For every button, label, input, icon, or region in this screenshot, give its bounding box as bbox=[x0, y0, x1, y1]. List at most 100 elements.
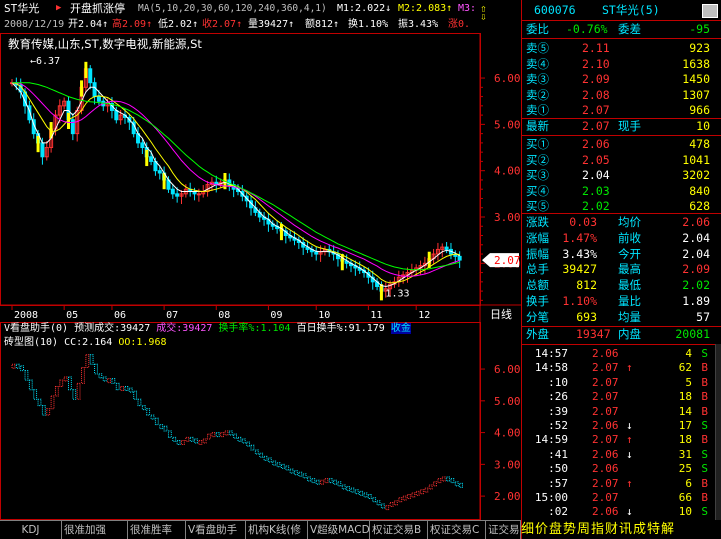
tick-volume: 4 bbox=[685, 347, 692, 360]
quote-change: 涨0. bbox=[448, 19, 471, 30]
quote-turnover: 换1.10% bbox=[348, 19, 389, 30]
panel-tab-bar[interactable]: 细价盘势周指财讯成特解 bbox=[521, 520, 721, 539]
quote-volume: 量39427↑ bbox=[248, 19, 295, 30]
indicator-tab[interactable]: 很准胜率 bbox=[128, 521, 186, 539]
stat-label: 振幅 bbox=[526, 246, 549, 261]
ask-row[interactable]: 卖① 2.07 966 bbox=[522, 102, 721, 119]
brick-bar bbox=[163, 425, 168, 432]
indicator-title[interactable]: V看盘助手(0) bbox=[4, 323, 68, 334]
brick-bar bbox=[376, 500, 381, 506]
scroll-down-icon[interactable]: ⇩ bbox=[480, 8, 487, 25]
indicator-tab[interactable]: V超级MACD bbox=[308, 521, 370, 539]
indicator-tab[interactable]: 证交易 bbox=[486, 521, 521, 539]
brick-bar bbox=[246, 441, 251, 447]
tick-row[interactable]: 15:00 2.07 66 B bbox=[522, 490, 721, 506]
outer-label: 外盘 bbox=[526, 327, 549, 341]
brick-bar bbox=[11, 363, 16, 369]
stock-name[interactable]: ST华光 bbox=[4, 0, 39, 17]
tick-price: 2.06 bbox=[592, 347, 619, 360]
brick-bar bbox=[237, 436, 242, 442]
kline-chart[interactable]: 6.005.004.003.002.0020080506070809101112… bbox=[0, 33, 521, 322]
brick-bar bbox=[363, 492, 368, 498]
indicator-tab[interactable]: KDJ bbox=[0, 521, 62, 539]
tick-time: :26 bbox=[548, 390, 568, 404]
indicator-name[interactable]: 开盘抓涨停 bbox=[70, 0, 125, 17]
quote-low: 低2.02↑ bbox=[158, 19, 199, 30]
stat-value: 1.47% bbox=[562, 230, 597, 245]
ask-price: 2.08 bbox=[582, 87, 610, 102]
stat-row: 分笔 693 均量 57 bbox=[522, 309, 721, 326]
ask-row[interactable]: 卖③ 2.09 1450 bbox=[522, 71, 721, 88]
brick-bar bbox=[267, 457, 272, 463]
tick-row[interactable]: 14:58 2.07 ↑ 62 B bbox=[522, 360, 721, 376]
brick-bar bbox=[220, 432, 224, 438]
tick-row[interactable]: :57 2.07 ↑ 6 B bbox=[522, 476, 721, 492]
deal-volume: 成交:39427 bbox=[156, 323, 213, 334]
panel-scrollbar[interactable] bbox=[715, 344, 721, 520]
brick-bar bbox=[224, 430, 229, 436]
indicator-extra: 收金 bbox=[390, 323, 411, 334]
brick-bar bbox=[124, 386, 129, 392]
x-tick-label: 10 bbox=[318, 310, 330, 321]
indicator-chart[interactable]: 6.00 5.00 4.00 3.00 2.00 bbox=[0, 322, 521, 520]
brick-bar bbox=[254, 449, 259, 455]
tick-side: S bbox=[701, 462, 708, 476]
indicator-tab[interactable]: 权证交易C bbox=[428, 521, 486, 539]
panel-header: 600076 ST华光(5) bbox=[522, 2, 721, 19]
stat-value: 3.43% bbox=[562, 246, 597, 261]
bid-label: 买④ bbox=[526, 183, 549, 198]
x-tick-label: 05 bbox=[66, 310, 78, 321]
tick-row[interactable]: :39 2.07 14 B bbox=[522, 404, 721, 420]
tick-price: 2.06 bbox=[592, 419, 619, 432]
indicator-tab[interactable]: 权证交易B bbox=[370, 521, 428, 539]
arrow-right-icon[interactable]: ▶ bbox=[56, 0, 61, 17]
brick-bar bbox=[102, 376, 107, 382]
signal-bar bbox=[80, 80, 84, 97]
tick-volume: 31 bbox=[678, 447, 692, 461]
tick-volume: 18 bbox=[678, 433, 692, 447]
last-price-label: 2.07 bbox=[494, 254, 521, 267]
stat-label-2: 最高 bbox=[618, 262, 641, 277]
tick-price: 2.07 bbox=[592, 491, 619, 504]
quote-line: 2008/12/19 开2.04↑ 高2.09↑ 低2.02↑ 收2.07↑ 量… bbox=[0, 17, 480, 33]
indicator-tab[interactable]: V看盘助手 bbox=[186, 521, 246, 539]
tick-row[interactable]: :26 2.07 18 B bbox=[522, 389, 721, 405]
brick-bar bbox=[411, 492, 416, 498]
brick-bar bbox=[72, 389, 77, 400]
tick-row[interactable]: :02 2.06 ↓ 10 S bbox=[522, 504, 721, 520]
candle-body bbox=[149, 156, 154, 162]
brick-bar bbox=[37, 398, 42, 407]
bid-row[interactable]: 买③ 2.04 3202 bbox=[522, 167, 721, 184]
brick-bar bbox=[263, 455, 268, 461]
tick-price: 2.07 bbox=[592, 375, 619, 389]
tick-row[interactable]: 14:57 2.06 4 S bbox=[522, 346, 721, 362]
tick-time: 15:00 bbox=[534, 491, 568, 504]
tick-volume: 25 bbox=[678, 462, 692, 476]
indicator-y-label: 3.00 bbox=[494, 458, 521, 471]
brick-title[interactable]: 砖型图(10) bbox=[4, 337, 58, 348]
brick-bar bbox=[302, 473, 307, 479]
chart-title-bar: ST华光 ▶ 开盘抓涨停 MA(5,10,20,30,60,120,240,36… bbox=[0, 0, 520, 23]
indicator-tab[interactable]: 很准加强 bbox=[62, 521, 128, 539]
candle-body bbox=[92, 82, 97, 98]
y-tick-label: 6.00 bbox=[494, 72, 521, 85]
bid-volume: 1041 bbox=[682, 152, 710, 167]
x-tick-label: 2008 bbox=[14, 310, 38, 321]
tick-row[interactable]: :52 2.06 ↓ 17 S bbox=[522, 418, 721, 434]
brick-bar bbox=[311, 478, 316, 484]
brick-bar bbox=[133, 390, 138, 400]
brick-bar bbox=[289, 468, 294, 474]
x-tick-label: 12 bbox=[418, 310, 430, 321]
brick-bar bbox=[280, 463, 285, 469]
brick-bar bbox=[354, 489, 359, 495]
brick-bar bbox=[194, 438, 198, 444]
tick-row[interactable]: :41 2.06 ↓ 31 S bbox=[522, 447, 721, 463]
tick-price: 2.06 bbox=[592, 447, 619, 461]
tick-arrow-icon: ↓ bbox=[626, 447, 633, 461]
brick-bar bbox=[154, 417, 159, 426]
tick-row[interactable]: :50 2.06 25 S bbox=[522, 461, 721, 477]
tick-row[interactable]: :10 2.07 5 B bbox=[522, 375, 721, 391]
tick-row[interactable]: 14:59 2.07 ↑ 18 B bbox=[522, 432, 721, 448]
stat-label: 总手 bbox=[526, 262, 549, 277]
indicator-tab[interactable]: 机构K线(修 bbox=[246, 521, 308, 539]
